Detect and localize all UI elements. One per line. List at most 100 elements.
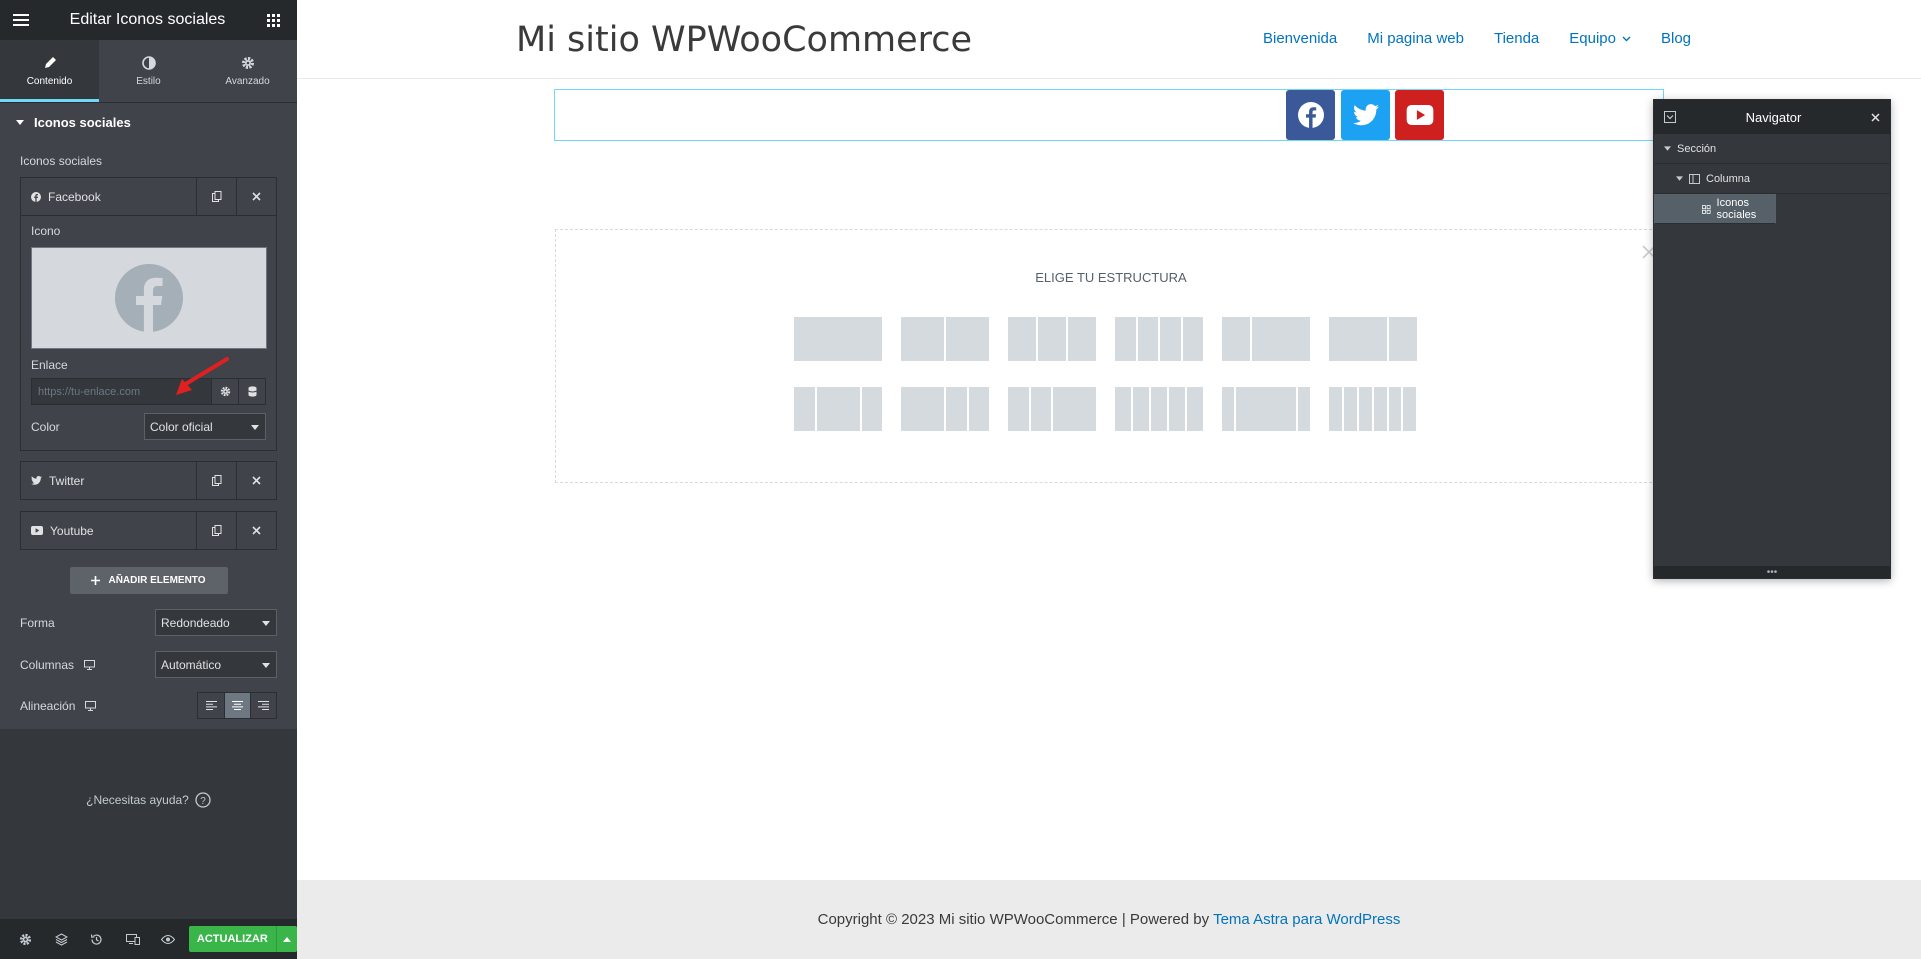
settings-button[interactable] (8, 919, 44, 959)
nav-item-bienvenida[interactable]: Bienvenida (1263, 30, 1337, 47)
social-icons-section[interactable] (554, 89, 1664, 141)
remove-button[interactable] (236, 462, 276, 499)
eye-icon (161, 934, 176, 944)
collapse-all-icon[interactable] (1664, 111, 1676, 123)
repeater-item-twitter: Twitter (20, 461, 277, 500)
align-left-button[interactable] (198, 693, 224, 718)
caret-down-icon (1676, 176, 1683, 181)
copy-icon (211, 475, 221, 486)
nav-item-blog[interactable]: Blog (1661, 30, 1691, 47)
structure-preset[interactable] (901, 317, 989, 361)
duplicate-button[interactable] (196, 512, 236, 549)
repeater-item-title[interactable]: Youtube (21, 512, 196, 549)
tab-label: Contenido (26, 75, 73, 87)
navigator-title: Navigator (1745, 109, 1802, 125)
repeater-item-title[interactable]: Twitter (21, 462, 196, 499)
columns-select[interactable]: Automático (155, 651, 277, 678)
structure-preset[interactable] (1115, 387, 1203, 431)
update-options-button[interactable] (275, 926, 297, 952)
social-twitter[interactable] (1341, 90, 1390, 140)
copy-icon (211, 525, 221, 536)
facebook-icon (31, 191, 41, 202)
tab-avanzado[interactable]: Avanzado (198, 40, 297, 102)
navigator-resize-handle[interactable]: ••• (1654, 566, 1890, 578)
duplicate-button[interactable] (196, 178, 236, 215)
navigator-header: Navigator (1654, 100, 1890, 134)
align-right-button[interactable] (250, 693, 276, 718)
history-button[interactable] (79, 919, 115, 959)
question-circle-icon: ? (195, 792, 211, 808)
repeater-item-content: Icono Enlace Color Col (21, 215, 276, 450)
social-youtube[interactable] (1395, 90, 1444, 140)
column-icon (1689, 173, 1700, 184)
align-center-button[interactable] (224, 693, 250, 718)
close-icon (252, 476, 261, 485)
pencil-icon (44, 56, 56, 68)
section-body: Iconos sociales Facebook Icono Enlace ht… (0, 142, 297, 729)
structure-preset[interactable] (794, 387, 882, 431)
widgets-grid-icon[interactable] (263, 9, 285, 31)
add-item-button[interactable]: AÑADIR ELEMENTO (69, 567, 228, 594)
repeater-item-title[interactable]: Facebook (21, 178, 196, 215)
navigator-item-iconos-sociales[interactable]: Iconos sociales (1654, 194, 1776, 224)
remove-button[interactable] (236, 178, 276, 215)
tab-contenido[interactable]: Contenido (0, 40, 99, 102)
panel-tabs: Contenido Estilo Avanzado (0, 40, 297, 102)
structure-preset[interactable] (1222, 387, 1310, 431)
link-label: Enlace (31, 358, 68, 372)
shape-label: Forma (20, 615, 55, 630)
responsive-mode-button[interactable] (115, 919, 151, 959)
icon-picker[interactable] (31, 247, 267, 349)
structure-preset[interactable] (901, 387, 989, 431)
social-facebook[interactable] (1286, 90, 1335, 140)
facebook-icon (115, 264, 183, 332)
footer-copyright: Copyright © 2023 Mi sitio WPWooCommerce … (817, 911, 1210, 928)
shape-select[interactable]: Redondeado (155, 609, 277, 636)
tab-label: Avanzado (225, 75, 270, 87)
navigator-item-seccion[interactable]: Sección (1654, 134, 1890, 164)
panel-title: Editar Iconos sociales (69, 11, 226, 28)
color-row: Color Color oficial (31, 413, 266, 440)
structure-preset[interactable] (1222, 317, 1310, 361)
close-icon[interactable] (1871, 112, 1880, 122)
structure-preset[interactable] (1008, 387, 1096, 431)
structure-preset[interactable] (1329, 387, 1417, 431)
nav-item-equipo[interactable]: Equipo (1569, 30, 1631, 47)
site-title[interactable]: Mi sitio WPWooCommerce (516, 20, 972, 60)
hamburger-menu-icon[interactable] (10, 9, 32, 31)
remove-button[interactable] (236, 512, 276, 549)
preview-button[interactable] (150, 919, 186, 959)
navigator-button[interactable] (44, 919, 80, 959)
plus-icon (91, 576, 101, 585)
structure-preset[interactable] (794, 317, 882, 361)
structure-preset[interactable] (1115, 317, 1203, 361)
help-link[interactable]: ¿Necesitas ayuda? ? (0, 792, 297, 808)
alignment-row: Alineación (20, 692, 277, 719)
structure-preset[interactable] (1008, 317, 1096, 361)
navigator-item-columna[interactable]: Columna (1654, 164, 1890, 194)
tab-estilo[interactable]: Estilo (99, 40, 198, 102)
columns-row: Columnas Automático (20, 651, 277, 678)
close-icon (252, 192, 261, 201)
close-icon (252, 526, 261, 535)
duplicate-button[interactable] (196, 462, 236, 499)
color-select[interactable]: Color oficial (144, 413, 266, 440)
desktop-icon[interactable] (85, 700, 97, 711)
gear-icon (20, 933, 32, 945)
site-footer: Copyright © 2023 Mi sitio WPWooCommerce … (297, 880, 1921, 959)
nav-item-mi-pagina-web[interactable]: Mi pagina web (1367, 30, 1464, 47)
shape-row: Forma Redondeado (20, 609, 277, 636)
history-icon (91, 933, 103, 945)
dynamic-tags-button[interactable] (239, 378, 266, 405)
structure-preset[interactable] (1329, 317, 1417, 361)
desktop-icon[interactable] (84, 659, 96, 670)
tab-label: Estilo (136, 75, 161, 87)
section-toggle-iconos-sociales[interactable]: Iconos sociales (0, 102, 297, 142)
panel-header: Editar Iconos sociales (0, 0, 297, 40)
footer-theme-link[interactable]: Tema Astra para WordPress (1213, 911, 1400, 928)
update-button[interactable]: ACTUALIZAR (188, 926, 276, 952)
database-icon (247, 386, 257, 397)
alignment-label: Alineación (20, 698, 76, 713)
nav-item-tienda[interactable]: Tienda (1494, 30, 1539, 47)
section-title: Iconos sociales (34, 115, 131, 130)
